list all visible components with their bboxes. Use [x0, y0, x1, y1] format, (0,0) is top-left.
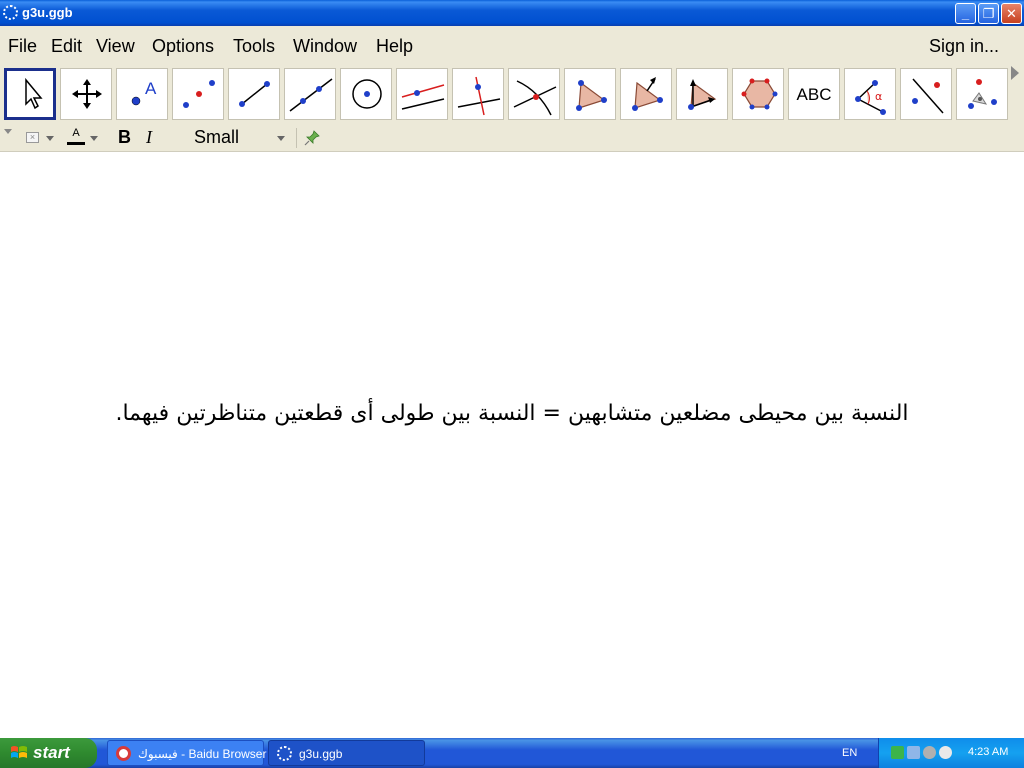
new-point-tool[interactable]: A — [116, 68, 168, 120]
italic-button[interactable]: I — [146, 127, 152, 148]
menu-help[interactable]: Help — [376, 36, 413, 57]
angle-tool[interactable]: α — [844, 68, 896, 120]
geogebra-app-icon — [3, 5, 18, 20]
pin-icon[interactable] — [304, 130, 320, 146]
baidu-browser-icon — [116, 746, 131, 761]
taskbar-item-baidu[interactable]: فيسبوك - Baidu Browser — [107, 740, 267, 766]
start-label: start — [33, 743, 70, 762]
midpoint-icon — [183, 80, 215, 108]
minimize-button[interactable]: _ — [955, 3, 976, 24]
network-icon[interactable] — [891, 746, 904, 759]
tool-bar: A ABC α — [0, 64, 1024, 124]
stylebar-toggle-icon[interactable] — [4, 129, 12, 134]
reflect-tool[interactable] — [620, 68, 672, 120]
toolbar-scroll-arrow-icon[interactable] — [1011, 66, 1019, 80]
menu-view[interactable]: View — [96, 36, 135, 57]
regular-polygon-icon — [741, 78, 778, 110]
point-A-icon: A — [131, 79, 157, 106]
taskbar-item-label: فيسبوك - Baidu Browser — [138, 747, 267, 761]
segment-tool[interactable] — [228, 68, 280, 120]
start-button[interactable]: start — [0, 738, 97, 768]
menu-tools[interactable]: Tools — [233, 36, 275, 57]
text-color-icon[interactable]: A — [67, 128, 85, 139]
vector-polygon-icon — [688, 79, 717, 110]
four-arrows-icon — [72, 79, 102, 109]
polygon-tool[interactable] — [564, 68, 616, 120]
intersect-icon — [513, 80, 557, 116]
perpendicular-line-tool[interactable] — [452, 68, 504, 120]
canvas-text[interactable]: النسبة بين محيطى مضلعين متشابهين = النسب… — [0, 401, 1024, 426]
rotate-tool[interactable] — [956, 68, 1008, 120]
angle-icon: α — [855, 80, 886, 115]
taskbar-item-geogebra[interactable]: g3u.ggb — [268, 740, 425, 766]
rotate-icon — [968, 79, 997, 109]
taskbar: start فيسبوك - Baidu Browser g3u.ggb EN … — [0, 738, 1024, 768]
line-through-points-icon — [289, 78, 333, 112]
reflect-line-icon — [912, 78, 944, 114]
display-icon[interactable] — [907, 746, 920, 759]
vector-tool[interactable] — [676, 68, 728, 120]
menu-bar: File Edit View Options Tools Window Help… — [0, 26, 1024, 64]
title-bar[interactable]: g3u.ggb _ ❐ ✕ — [0, 0, 1024, 26]
segment-icon — [239, 81, 270, 107]
stylebar-divider — [296, 128, 297, 148]
line-reflect-tool[interactable] — [900, 68, 952, 120]
geogebra-app-icon — [277, 746, 292, 761]
bold-button[interactable]: B — [118, 127, 131, 148]
polygon-icon — [576, 80, 607, 111]
menu-edit[interactable]: Edit — [51, 36, 82, 57]
move-tool[interactable] — [4, 68, 56, 120]
security-icon[interactable] — [939, 746, 952, 759]
text-abc-icon: ABC — [796, 85, 832, 104]
window-title: g3u.ggb — [22, 5, 73, 20]
text-tool[interactable]: ABC — [788, 68, 840, 120]
midpoint-tool[interactable] — [172, 68, 224, 120]
circle-tool[interactable] — [340, 68, 392, 120]
line-tool[interactable] — [284, 68, 336, 120]
clock[interactable]: 4:23 AM — [968, 746, 1008, 758]
svg-text:A: A — [145, 79, 157, 98]
menu-options[interactable]: Options — [152, 36, 214, 57]
text-color-dropdown-icon[interactable] — [90, 136, 98, 141]
text-size-dropdown-icon[interactable] — [277, 136, 285, 141]
taskbar-item-label: g3u.ggb — [299, 747, 343, 761]
arrow-pointer-icon — [25, 77, 43, 110]
text-color-swatch — [67, 142, 85, 145]
background-color-dropdown-icon[interactable] — [46, 136, 54, 141]
text-size-select[interactable]: Small — [194, 127, 239, 148]
menu-file[interactable]: File — [8, 36, 37, 57]
perpendicular-line-icon — [457, 76, 501, 116]
polygon-vector-icon — [632, 77, 663, 111]
close-button[interactable]: ✕ — [1001, 3, 1022, 24]
geogebra-window: g3u.ggb _ ❐ ✕ File Edit View Options Too… — [0, 0, 1024, 738]
windows-flag-icon — [11, 746, 27, 758]
parallel-line-icon — [401, 84, 445, 110]
sign-in-link[interactable]: Sign in... — [929, 36, 999, 57]
regular-polygon-tool[interactable] — [732, 68, 784, 120]
background-color-icon[interactable]: × — [26, 132, 39, 143]
speaker-icon[interactable] — [923, 746, 936, 759]
parallel-line-tool[interactable] — [396, 68, 448, 120]
svg-text:α: α — [875, 90, 882, 103]
style-bar: × A B I Small — [0, 124, 1024, 152]
menu-window[interactable]: Window — [293, 36, 357, 57]
restore-button[interactable]: ❐ — [978, 3, 999, 24]
graphics-view[interactable]: النسبة بين محيطى مضلعين متشابهين = النسب… — [0, 152, 1024, 738]
intersect-tool[interactable] — [508, 68, 560, 120]
language-indicator[interactable]: EN — [842, 747, 857, 759]
circle-center-point-icon — [352, 79, 382, 109]
move-graphics-view-tool[interactable] — [60, 68, 112, 120]
system-tray: 4:23 AM — [878, 738, 1024, 768]
